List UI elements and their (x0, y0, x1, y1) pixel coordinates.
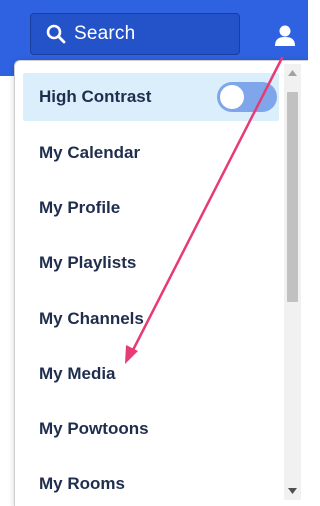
menu-item-label: High Contrast (39, 87, 152, 106)
scroll-down-arrow-icon[interactable] (284, 482, 301, 500)
search-icon (46, 24, 66, 44)
menu-item-my-profile[interactable]: My Profile (23, 184, 279, 232)
scroll-up-arrow-icon[interactable] (284, 64, 301, 82)
menu-item-my-calendar[interactable]: My Calendar (23, 129, 279, 177)
user-icon[interactable] (274, 24, 296, 48)
menu-item-my-powtoons[interactable]: My Powtoons (23, 405, 279, 453)
menu-item-label: My Channels (39, 309, 144, 328)
menu-item-label: My Calendar (39, 143, 141, 162)
menu-item-my-media[interactable]: My Media (23, 350, 279, 398)
user-dropdown-menu: High Contrast My Calendar My Profile My … (14, 60, 308, 506)
scrollbar-thumb[interactable] (287, 92, 298, 302)
menu-item-label: My Playlists (39, 253, 137, 272)
menu-item-label: My Profile (39, 198, 121, 217)
toggle-knob (220, 85, 244, 109)
menu-item-high-contrast[interactable]: High Contrast (23, 73, 279, 121)
search-label: Search (74, 23, 136, 44)
menu-scrollbar[interactable] (284, 64, 301, 500)
menu-item-label: My Powtoons (39, 419, 149, 438)
high-contrast-toggle[interactable] (217, 82, 277, 112)
menu-item-my-channels[interactable]: My Channels (23, 295, 279, 343)
menu-item-label: My Media (39, 364, 116, 383)
menu-item-my-playlists[interactable]: My Playlists (23, 239, 279, 287)
app-window: Search High Contrast My Calendar My Prof… (0, 0, 308, 506)
search-button[interactable]: Search (30, 13, 240, 55)
menu-item-my-rooms[interactable]: My Rooms (23, 460, 279, 506)
menu-item-label: My Rooms (39, 474, 125, 493)
